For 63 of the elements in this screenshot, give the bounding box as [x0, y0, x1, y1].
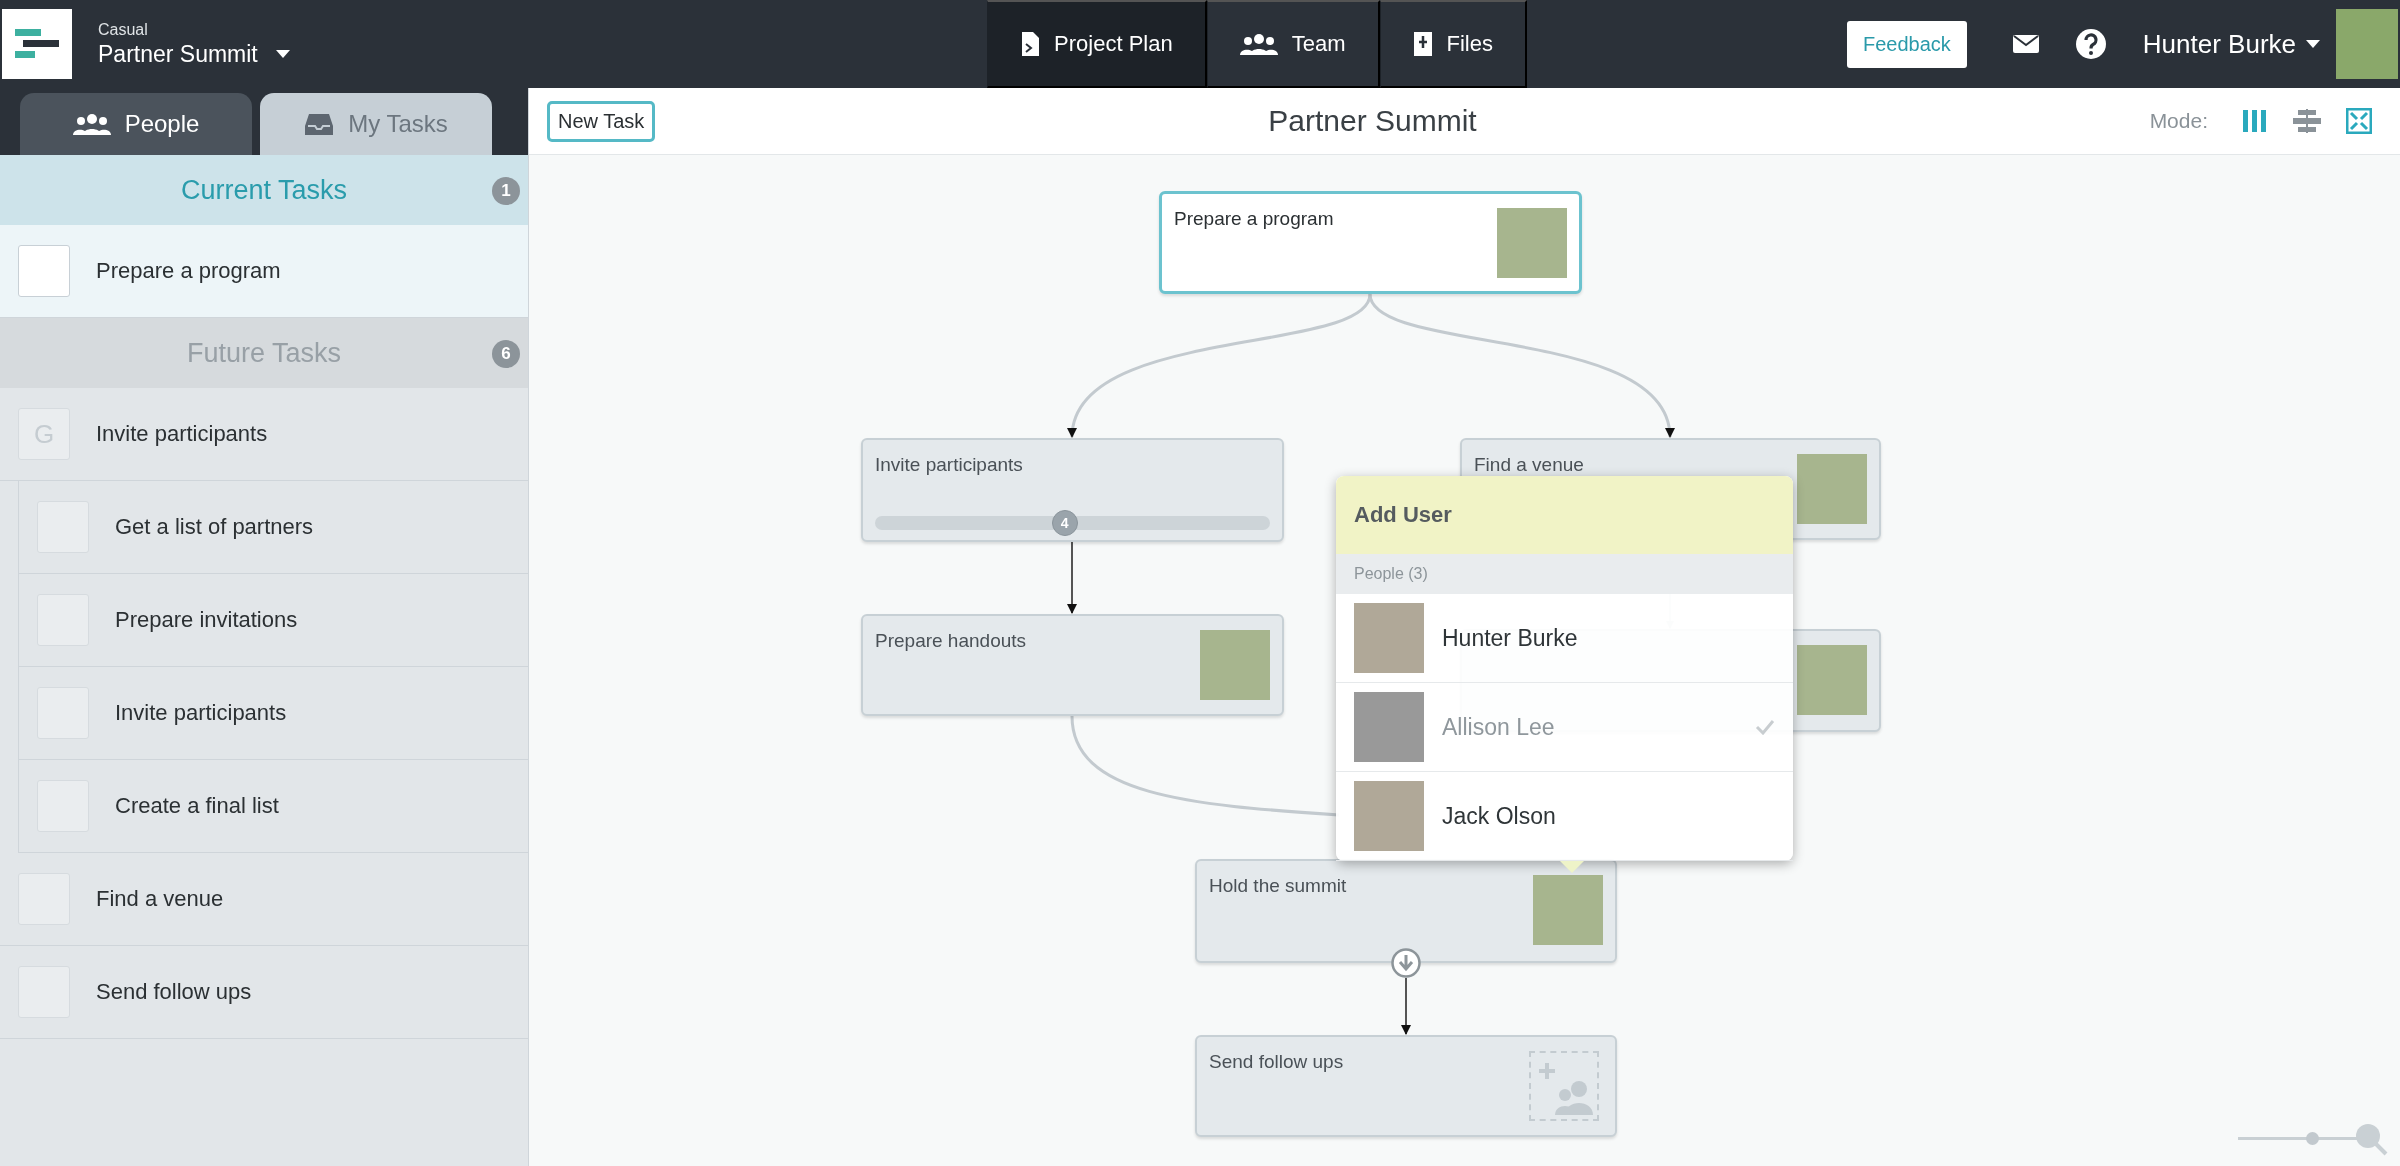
photo-placeholder: [1354, 603, 1424, 673]
task-item[interactable]: Prepare invitations: [18, 574, 528, 667]
people-icon: [72, 113, 111, 135]
count-badge: 1: [492, 177, 520, 205]
zoom-slider[interactable]: [2238, 1122, 2388, 1156]
popup-title: Add User: [1354, 502, 1452, 528]
count-badge: 6: [492, 340, 520, 368]
columns-icon: [2242, 109, 2268, 133]
person-option[interactable]: Hunter Burke: [1336, 594, 1793, 683]
task-checkbox[interactable]: [18, 245, 70, 297]
plan-title: Partner Summit: [1267, 104, 1478, 138]
group-label: People (3): [1354, 565, 1428, 583]
zoom-icon[interactable]: [2354, 1122, 2388, 1156]
task-title: Find a venue: [1474, 454, 1584, 476]
mode-button[interactable]: [2242, 109, 2268, 133]
new-task-button[interactable]: New Task: [547, 100, 656, 142]
photo-placeholder: [1533, 875, 1603, 945]
add-user-icon[interactable]: [1529, 1051, 1599, 1121]
task-title: Prepare handouts: [875, 630, 1027, 652]
photo-placeholder: [1354, 692, 1424, 762]
task-item[interactable]: Create a final list: [18, 760, 528, 853]
task-node[interactable]: Hold the summit: [1195, 859, 1617, 963]
person-option[interactable]: Jack Olson: [1336, 772, 1793, 861]
task-item[interactable]: Prepare a program: [0, 225, 528, 318]
mode-button[interactable]: [2292, 109, 2322, 133]
task-title: Invite participants: [875, 454, 1023, 476]
rows-icon: [2292, 109, 2322, 133]
fullscreen-button[interactable]: [2346, 108, 2372, 134]
user-name[interactable]: Hunter Burke: [2142, 28, 2296, 60]
user-avatar[interactable]: [2336, 9, 2398, 79]
photo-placeholder: [1354, 781, 1424, 851]
sidebar-tab[interactable]: People: [20, 93, 252, 155]
task-node[interactable]: Send follow ups: [1195, 1035, 1617, 1137]
mode-label: Mode:: [2149, 109, 2208, 133]
file-icon: [1412, 31, 1433, 57]
task-title: Send follow ups: [1209, 1051, 1344, 1073]
help-icon[interactable]: [2074, 28, 2107, 60]
task-node[interactable]: Prepare handouts: [861, 614, 1284, 716]
expand-icon[interactable]: [1391, 948, 1421, 978]
project-name[interactable]: Partner Summit: [98, 40, 258, 68]
popup-pointer: [1560, 861, 1584, 873]
nav-tab[interactable]: Files: [1379, 0, 1527, 88]
workspace-label: Casual: [98, 20, 149, 39]
task-title: Prepare a program: [1174, 208, 1334, 230]
slider-thumb[interactable]: [2306, 1132, 2320, 1145]
inbox-icon: [304, 112, 335, 136]
app-logo[interactable]: [2, 9, 72, 79]
photo-placeholder: [1200, 630, 1270, 700]
task-title: Hold the summit: [1209, 875, 1347, 897]
people-icon: [1239, 33, 1278, 55]
task-node[interactable]: Prepare a program: [1159, 191, 1582, 294]
photo-placeholder: [1797, 645, 1867, 715]
caret-icon[interactable]: [275, 50, 290, 58]
task-item[interactable]: Invite participants: [18, 667, 528, 760]
document-icon: [1020, 31, 1041, 57]
mail-icon[interactable]: [2012, 35, 2039, 53]
nav-tab[interactable]: Team: [1206, 0, 1380, 88]
connector-arrow: [1401, 977, 1411, 1035]
nav-tab[interactable]: Project Plan: [987, 0, 1207, 88]
task-item[interactable]: Get a list of partners: [18, 481, 528, 574]
caret-icon[interactable]: [2306, 40, 2320, 48]
photo-placeholder: [1797, 454, 1867, 524]
photo-placeholder: [1497, 208, 1567, 278]
